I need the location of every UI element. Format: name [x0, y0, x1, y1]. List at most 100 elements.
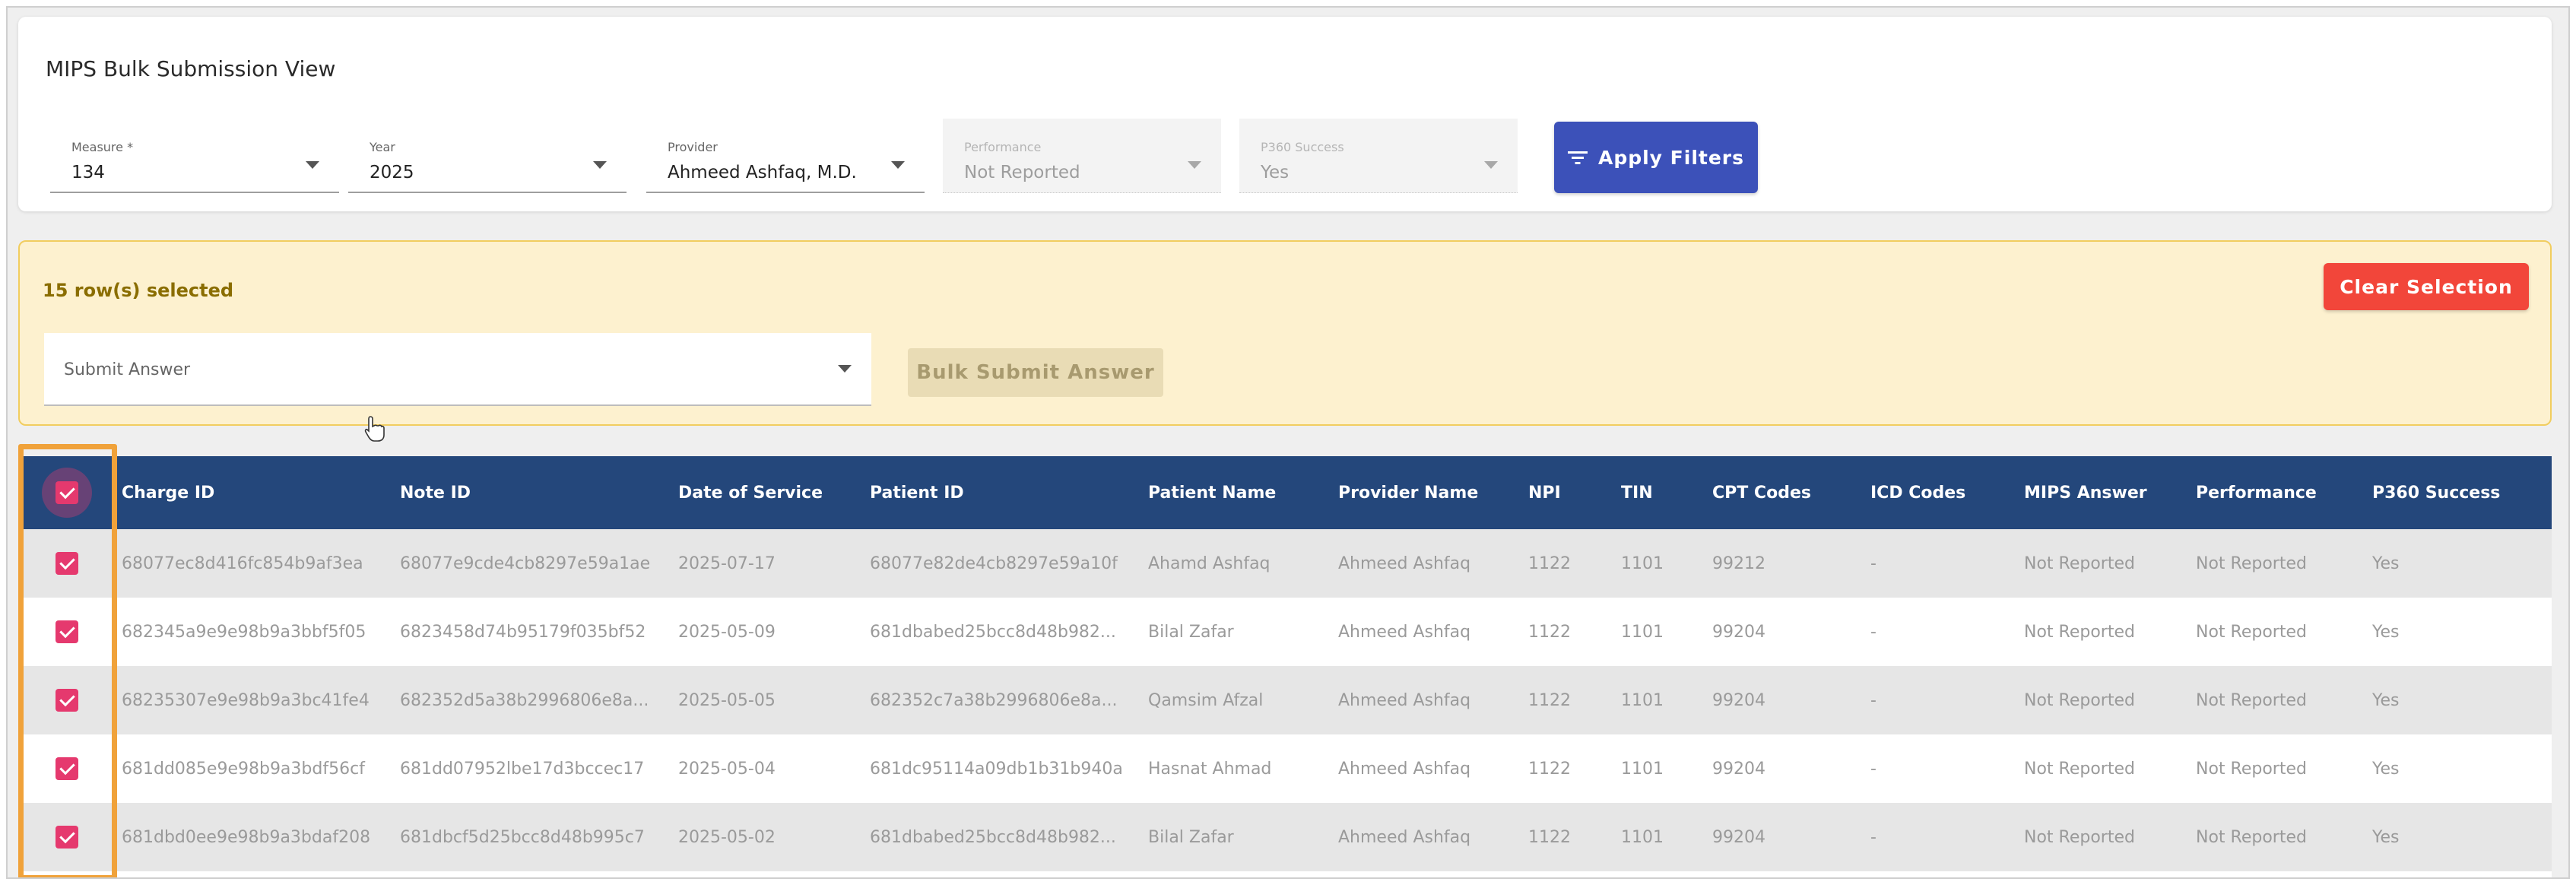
patient-name-cell: Bilal Zafar	[1148, 827, 1234, 847]
npi-cell: 1122	[1528, 690, 1571, 710]
apply-filters-button[interactable]: Apply Filters	[1554, 122, 1758, 193]
row-select-cell[interactable]	[18, 803, 116, 871]
performance-select: Performance Not Reported	[943, 119, 1221, 193]
row-select-cell[interactable]	[18, 666, 116, 734]
table-row[interactable]: 68235307e9e98b9a3bc41fe4 682352d5a38b299…	[18, 666, 2552, 734]
selected-count: 15 row(s) selected	[43, 280, 234, 301]
column-header[interactable]: Performance	[2190, 456, 2366, 529]
note-id-cell: 681dbcf5d25bcc8d48b995c7	[400, 827, 645, 847]
table-row[interactable]: 681dbd0ee9e98b9a3bdaf208 681dbcf5d25bcc8…	[18, 803, 2552, 871]
hand-cursor-icon	[364, 416, 385, 442]
column-header[interactable]: TIN	[1615, 456, 1706, 529]
row-select-cell[interactable]	[18, 734, 116, 803]
clear-selection-button[interactable]: Clear Selection	[2324, 263, 2529, 310]
year-value: 2025	[370, 163, 414, 182]
provider-label: Provider	[668, 140, 718, 154]
p360-cell: Yes	[2372, 827, 2400, 847]
patient-id-cell: 682352c7a38b2996806e8a...	[870, 690, 1118, 710]
date-cell: 2025-05-04	[678, 759, 776, 779]
year-label: Year	[370, 140, 395, 154]
npi-cell: 1122	[1528, 827, 1571, 847]
apply-filters-label: Apply Filters	[1597, 146, 1745, 169]
tin-cell: 1101	[1621, 554, 1664, 573]
p360-cell: Yes	[2372, 759, 2400, 779]
column-header[interactable]: Date of Service	[672, 456, 864, 529]
performance-label: Performance	[964, 140, 1042, 154]
icd-cell: -	[1870, 622, 1876, 642]
patient-id-cell: 68077e82de4cb8297e59a10f	[870, 554, 1118, 573]
app-window: MIPS Bulk Submission View Measure * 134 …	[6, 6, 2570, 879]
column-header[interactable]: ICD Codes	[1864, 456, 2018, 529]
cpt-cell: 99204	[1712, 622, 1765, 642]
filter-card: MIPS Bulk Submission View Measure * 134 …	[18, 17, 2552, 211]
cpt-cell: 99204	[1712, 690, 1765, 710]
npi-cell: 1122	[1528, 622, 1571, 642]
note-id-cell: 681dd07952lbe17d3bccec17	[400, 759, 645, 779]
column-header[interactable]: P360 Success	[2366, 456, 2552, 529]
cpt-cell: 99212	[1712, 554, 1765, 573]
provider-name-cell: Ahmeed Ashfaq	[1338, 554, 1471, 573]
chevron-down-icon	[1484, 161, 1498, 169]
patient-name-cell: Ahamd Ashfaq	[1148, 554, 1271, 573]
performance-cell: Not Reported	[2196, 554, 2307, 573]
row-checkbox[interactable]	[56, 552, 78, 575]
patient-id-cell: 681dc95114a09db1b31b940a	[870, 759, 1123, 779]
row-select-cell[interactable]	[18, 598, 116, 666]
row-checkbox[interactable]	[56, 689, 78, 712]
provider-name-cell: Ahmeed Ashfaq	[1338, 759, 1471, 779]
provider-name-cell: Ahmeed Ashfaq	[1338, 622, 1471, 642]
column-header[interactable]: Note ID	[394, 456, 672, 529]
measure-value: 134	[71, 163, 105, 182]
table-row[interactable]: 681dd085e9e98b9a3bdf56cf 681dd07952lbe17…	[18, 734, 2552, 803]
table-row[interactable]: 68077ec8d416fc854b9af3ea 68077e9cde4cb82…	[18, 529, 2552, 598]
mips-answer-cell: Not Reported	[2024, 759, 2135, 779]
charges-table: Charge ID Note ID Date of Service Patien…	[18, 456, 2552, 877]
performance-value: Not Reported	[964, 163, 1080, 182]
cpt-cell: 99204	[1712, 759, 1765, 779]
column-header[interactable]: Provider Name	[1332, 456, 1522, 529]
performance-cell: Not Reported	[2196, 690, 2307, 710]
row-checkbox[interactable]	[56, 826, 78, 849]
tin-cell: 1101	[1621, 690, 1664, 710]
date-cell: 2025-05-02	[678, 827, 776, 847]
npi-cell: 1122	[1528, 554, 1571, 573]
note-id-cell: 6823458d74b95179f035bf52	[400, 622, 646, 642]
select-all-cell[interactable]	[18, 456, 116, 529]
provider-name-cell: Ahmeed Ashfaq	[1338, 690, 1471, 710]
icd-cell: -	[1870, 554, 1876, 573]
column-header[interactable]: Patient Name	[1142, 456, 1332, 529]
column-header[interactable]: Charge ID	[116, 456, 394, 529]
performance-cell: Not Reported	[2196, 827, 2307, 847]
bulk-submit-button: Bulk Submit Answer	[908, 348, 1163, 397]
icd-cell: -	[1870, 759, 1876, 779]
charge-id-cell: 681dbd0ee9e98b9a3bdaf208	[122, 827, 371, 847]
measure-select[interactable]: Measure * 134	[50, 119, 339, 193]
row-checkbox[interactable]	[56, 757, 78, 780]
patient-id-cell: 681dbabed25bcc8d48b982...	[870, 827, 1116, 847]
column-header[interactable]: NPI	[1522, 456, 1615, 529]
column-header[interactable]: Patient ID	[864, 456, 1142, 529]
table-header-row: Charge ID Note ID Date of Service Patien…	[18, 456, 2552, 529]
date-cell: 2025-07-17	[678, 554, 776, 573]
select-all-checkbox[interactable]	[42, 468, 92, 518]
p360-success-label: P360 Success	[1261, 140, 1344, 154]
mips-answer-cell: Not Reported	[2024, 622, 2135, 642]
provider-select[interactable]: Provider Ahmeed Ashfaq, M.D.	[646, 119, 925, 193]
cpt-cell: 99204	[1712, 827, 1765, 847]
performance-cell: Not Reported	[2196, 622, 2307, 642]
chevron-down-icon	[838, 365, 852, 373]
patient-id-cell: 681dbabed25bcc8d48b982...	[870, 622, 1116, 642]
column-header[interactable]: MIPS Answer	[2018, 456, 2190, 529]
row-select-cell[interactable]	[18, 529, 116, 598]
performance-cell: Not Reported	[2196, 759, 2307, 779]
provider-name-cell: Ahmeed Ashfaq	[1338, 827, 1471, 847]
submit-answer-select[interactable]: Submit Answer	[44, 333, 871, 406]
year-select[interactable]: Year 2025	[348, 119, 627, 193]
row-checkbox[interactable]	[56, 620, 78, 643]
tin-cell: 1101	[1621, 622, 1664, 642]
p360-success-value: Yes	[1261, 163, 1290, 182]
icd-cell: -	[1870, 690, 1876, 710]
column-header[interactable]: CPT Codes	[1706, 456, 1864, 529]
mips-answer-cell: Not Reported	[2024, 690, 2135, 710]
table-row[interactable]: 682345a9e9e98b9a3bbf5f05 6823458d74b9517…	[18, 598, 2552, 666]
